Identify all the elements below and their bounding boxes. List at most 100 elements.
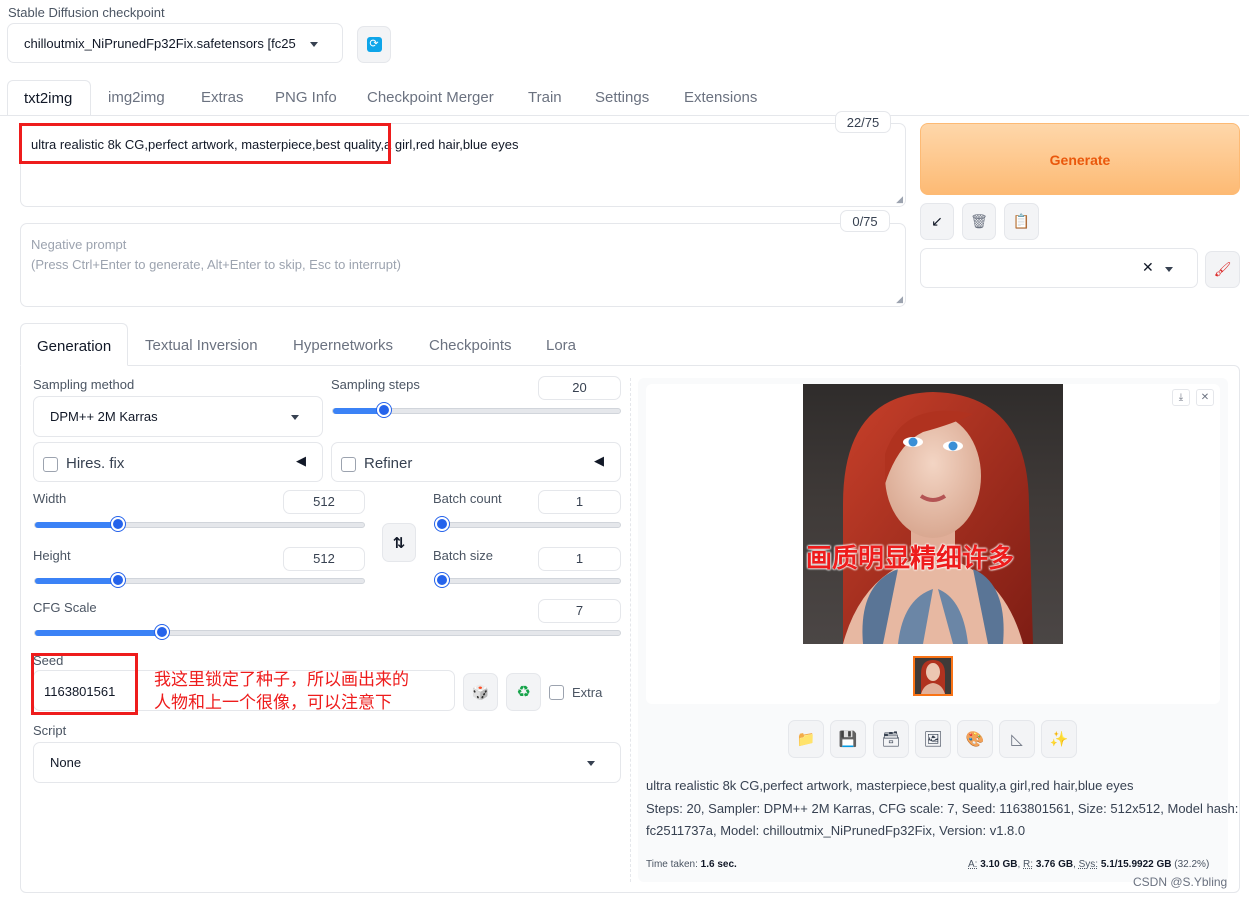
chevron-down-icon <box>310 42 318 47</box>
resize-handle-icon[interactable]: ◢ <box>896 294 903 305</box>
resize-handle-icon[interactable]: ◢ <box>896 194 903 205</box>
time-taken: Time taken: 1.6 sec. <box>646 859 737 870</box>
batch-size-label: Batch size <box>433 548 493 563</box>
sampling-steps-slider[interactable] <box>332 403 621 417</box>
cfg-scale-slider[interactable] <box>34 625 621 639</box>
portrait-illustration <box>843 392 1033 644</box>
height-slider[interactable] <box>34 573 365 587</box>
save-button[interactable]: 💾 <box>830 720 866 758</box>
arrow-down-left-icon: ↙ <box>931 213 943 229</box>
chevron-down-icon <box>291 415 299 420</box>
cfg-scale-label: CFG Scale <box>33 600 97 615</box>
refresh-icon: ⟳ <box>366 37 382 52</box>
gallery-thumbnail[interactable] <box>913 656 953 696</box>
output-caption-line2: Steps: 20, Sampler: DPM++ 2M Karras, CFG… <box>646 801 1239 816</box>
output-caption-line1: ultra realistic 8k CG,perfect artwork, m… <box>646 778 1134 793</box>
script-dropdown[interactable]: None <box>33 742 621 783</box>
tab-train[interactable]: Train <box>528 89 562 106</box>
triangle-left-icon[interactable]: ◀ <box>296 453 306 469</box>
sampling-steps-input[interactable]: 20 <box>538 376 621 400</box>
tab-hypernetworks[interactable]: Hypernetworks <box>293 337 393 354</box>
batch-count-input[interactable]: 1 <box>538 490 621 514</box>
batch-count-slider[interactable] <box>434 517 621 531</box>
trash-icon: 🗑 <box>970 213 988 229</box>
annotation-image-note: 画质明显精细许多 <box>806 543 1015 573</box>
sampling-method-value: DPM++ 2M Karras <box>50 409 158 424</box>
cfg-scale-input[interactable]: 7 <box>538 599 621 623</box>
tabs-divider <box>0 115 1249 116</box>
sampling-steps-label: Sampling steps <box>331 377 420 392</box>
generate-button[interactable]: Generate <box>920 123 1240 195</box>
seed-extra-label: Extra <box>572 685 603 700</box>
read-params-button[interactable]: ↙ <box>920 203 954 240</box>
hires-fix-checkbox[interactable] <box>43 457 58 472</box>
script-label: Script <box>33 723 67 738</box>
thumbnail-illustration <box>921 660 945 694</box>
send-to-inpaint-button[interactable]: 🎨 <box>957 720 993 758</box>
batch-size-input[interactable]: 1 <box>538 547 621 571</box>
checkpoint-label: Stable Diffusion checkpoint <box>8 5 165 20</box>
edit-styles-button[interactable]: 🖌 <box>1205 251 1240 288</box>
tab-generation[interactable]: Generation <box>20 323 128 366</box>
tab-png-info[interactable]: PNG Info <box>275 89 337 106</box>
swap-arrows-icon: ⇅ <box>392 534 406 552</box>
dice-icon: 🎲 <box>471 683 490 700</box>
checkpoint-dropdown[interactable]: chilloutmix_NiPrunedFp32Fix.safetensors … <box>7 23 343 63</box>
generated-image[interactable] <box>803 384 1063 644</box>
upscale-button[interactable]: ✨ <box>1041 720 1077 758</box>
hires-fix-label: Hires. fix <box>66 455 125 472</box>
watermark-text: CSDN @S.Ybling <box>1133 875 1228 889</box>
clipboard-icon: 📋 <box>1012 213 1031 229</box>
download-icon[interactable]: ⤓ <box>1172 389 1190 406</box>
reuse-seed-button[interactable]: ♻ <box>506 673 541 711</box>
refresh-checkpoint-button[interactable]: ⟳ <box>357 26 391 63</box>
negative-prompt-placeholder-1: Negative prompt <box>31 237 127 252</box>
annotation-seed-note-1: 我这里锁定了种子，所以画出来的 <box>154 670 409 689</box>
batch-count-label: Batch count <box>433 491 502 506</box>
save-zip-button[interactable]: 🗃 <box>873 720 909 758</box>
height-label: Height <box>33 548 71 563</box>
tab-img2img[interactable]: img2img <box>108 89 165 106</box>
open-folder-button[interactable]: 📁 <box>788 720 824 758</box>
send-to-extras-button[interactable]: ◺ <box>999 720 1035 758</box>
tab-txt2img[interactable]: txt2img <box>7 80 91 116</box>
apply-styles-button[interactable]: 📋 <box>1004 203 1039 240</box>
tab-textual-inversion[interactable]: Textual Inversion <box>145 337 258 354</box>
output-caption-line3: fc2511737a, Model: chilloutmix_NiPrunedF… <box>646 823 1026 838</box>
chevron-down-icon <box>1165 267 1173 272</box>
tab-checkpoints[interactable]: Checkpoints <box>429 337 512 354</box>
image-icon: 🖼 <box>923 731 943 748</box>
clear-x-icon[interactable]: ✕ <box>1142 259 1154 276</box>
hires-fix-accordion[interactable]: Hires. fix ◀ <box>33 442 323 482</box>
tab-extensions[interactable]: Extensions <box>684 89 757 106</box>
width-input[interactable]: 512 <box>283 490 365 514</box>
chevron-down-icon <box>587 761 595 766</box>
floppy-disk-icon: 💾 <box>838 731 858 748</box>
tab-checkpoint-merger[interactable]: Checkpoint Merger <box>367 89 494 106</box>
sampling-method-dropdown[interactable]: DPM++ 2M Karras <box>33 396 323 437</box>
sparkles-icon: ✨ <box>1049 731 1069 748</box>
refiner-accordion[interactable]: Refiner ◀ <box>331 442 621 482</box>
send-to-img2img-button[interactable]: 🖼 <box>915 720 951 758</box>
seed-extra-checkbox[interactable] <box>549 685 564 700</box>
triangle-left-icon[interactable]: ◀ <box>594 453 604 469</box>
batch-size-slider[interactable] <box>434 573 621 587</box>
annotation-box-seed <box>31 653 138 715</box>
negative-prompt-textarea[interactable]: Negative prompt (Press Ctrl+Enter to gen… <box>20 223 906 307</box>
checkpoint-value: chilloutmix_NiPrunedFp32Fix.safetensors … <box>24 36 296 51</box>
refiner-checkbox[interactable] <box>341 457 356 472</box>
random-seed-button[interactable]: 🎲 <box>463 673 498 711</box>
tab-settings[interactable]: Settings <box>595 89 649 106</box>
width-label: Width <box>33 491 67 506</box>
clear-prompt-button[interactable]: 🗑 <box>962 203 996 240</box>
styles-dropdown[interactable]: ✕ <box>920 248 1198 288</box>
palette-icon: 🎨 <box>965 731 985 748</box>
width-slider[interactable] <box>34 517 365 531</box>
close-icon[interactable]: ✕ <box>1196 389 1214 406</box>
swap-dimensions-button[interactable]: ⇅ <box>382 523 416 562</box>
memory-usage: A: 3.10 GB, R: 3.76 GB, Sys: 5.1/15.9922… <box>968 859 1210 870</box>
script-value: None <box>50 755 82 770</box>
tab-lora[interactable]: Lora <box>546 337 576 354</box>
height-input[interactable]: 512 <box>283 547 365 571</box>
tab-extras[interactable]: Extras <box>201 89 244 106</box>
